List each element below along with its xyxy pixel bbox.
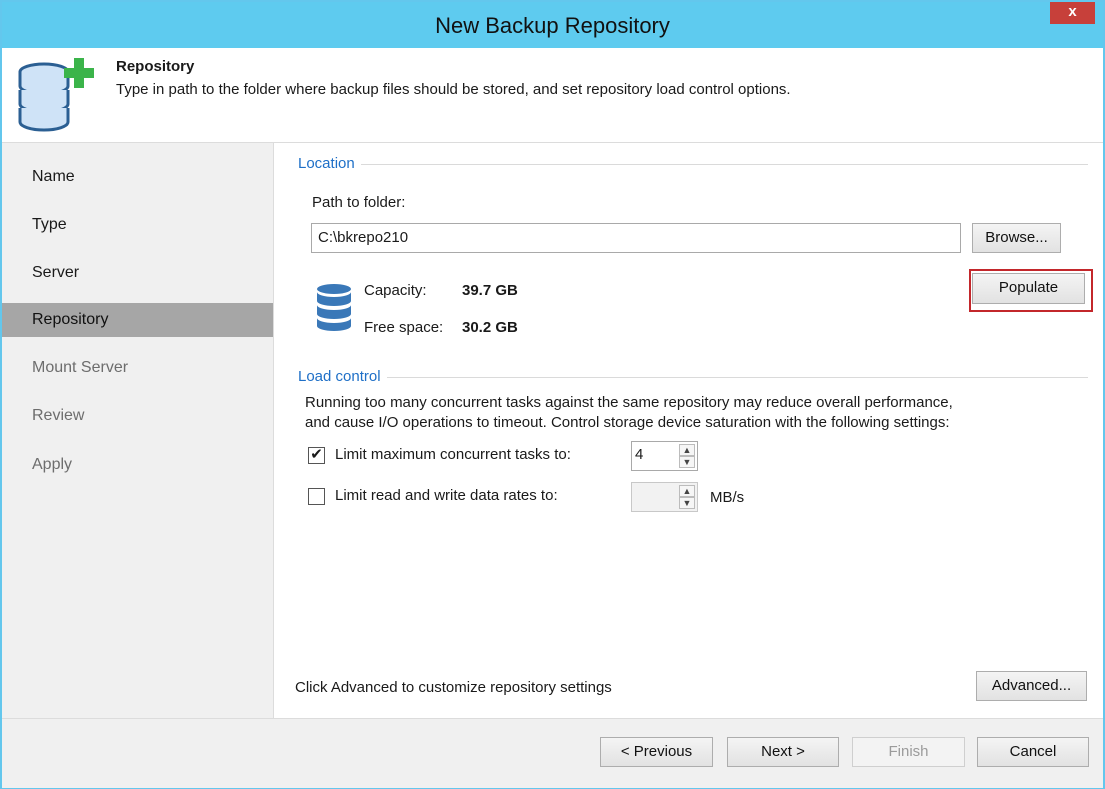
step-mount-server: Mount Server: [32, 359, 129, 376]
load-control-description-line2: and cause I/O operations to timeout. Con…: [305, 414, 950, 431]
concurrent-tasks-stepper[interactable]: 4 ▲ ▼: [631, 441, 698, 471]
wizard-footer: < Previous Next > Finish Cancel: [2, 718, 1103, 788]
limit-rate-label: Limit read and write data rates to:: [335, 487, 558, 504]
step-name[interactable]: Name: [2, 160, 273, 194]
path-label: Path to folder:: [312, 194, 406, 211]
step-type[interactable]: Type: [2, 208, 273, 242]
step-repository[interactable]: Repository: [2, 303, 273, 337]
advanced-hint: Click Advanced to customize repository s…: [295, 679, 612, 696]
step-apply: Apply: [32, 456, 73, 473]
rate-unit-label: MB/s: [710, 489, 745, 506]
title-bar[interactable]: New Backup Repository x: [2, 2, 1103, 48]
load-control-divider: [298, 377, 1088, 378]
step-server[interactable]: Server: [2, 256, 273, 290]
capacity-label: Capacity:: [364, 282, 427, 299]
next-button[interactable]: Next >: [727, 737, 839, 767]
free-space-value: 30.2 GB: [462, 319, 518, 336]
concurrent-tasks-value[interactable]: 4: [635, 446, 643, 463]
spin-up-icon[interactable]: ▲: [679, 444, 695, 456]
spin-down-icon[interactable]: ▼: [679, 456, 695, 468]
free-space-label: Free space:: [364, 319, 444, 336]
wizard-window: New Backup Repository x Repository Type …: [0, 0, 1105, 789]
load-control-description-line1: Running too many concurrent tasks agains…: [305, 394, 953, 411]
content-panel: Location Path to folder: C:\bkrepo210 Br…: [274, 143, 1103, 718]
data-rate-stepper: ▲ ▼: [631, 482, 698, 512]
wizard-header: Repository Type in path to the folder wh…: [2, 48, 1103, 143]
location-divider: [298, 164, 1088, 165]
path-input[interactable]: C:\bkrepo210: [311, 223, 961, 253]
limit-rate-checkbox[interactable]: [308, 488, 325, 505]
spin-up-icon: ▲: [679, 485, 695, 497]
cancel-button[interactable]: Cancel: [977, 737, 1089, 767]
browse-button[interactable]: Browse...: [972, 223, 1061, 253]
step-title: Repository: [116, 58, 195, 75]
load-control-group-title: Load control: [298, 368, 387, 385]
limit-tasks-label: Limit maximum concurrent tasks to:: [335, 446, 571, 463]
close-button[interactable]: x: [1050, 2, 1095, 24]
advanced-button[interactable]: Advanced...: [976, 671, 1087, 701]
database-add-icon: [18, 58, 94, 132]
storage-icon: [317, 284, 351, 331]
window-title: New Backup Repository: [435, 13, 670, 38]
step-review: Review: [32, 407, 85, 424]
spin-down-icon: ▼: [679, 497, 695, 509]
wizard-steps-sidebar: Name Type Server Repository Mount Server…: [2, 143, 274, 718]
populate-button[interactable]: Populate: [972, 273, 1085, 304]
capacity-value: 39.7 GB: [462, 282, 518, 299]
location-group-title: Location: [298, 155, 361, 172]
previous-button[interactable]: < Previous: [600, 737, 713, 767]
finish-button: Finish: [852, 737, 965, 767]
step-description: Type in path to the folder where backup …: [116, 81, 791, 98]
limit-tasks-checkbox[interactable]: ✔: [308, 447, 325, 464]
